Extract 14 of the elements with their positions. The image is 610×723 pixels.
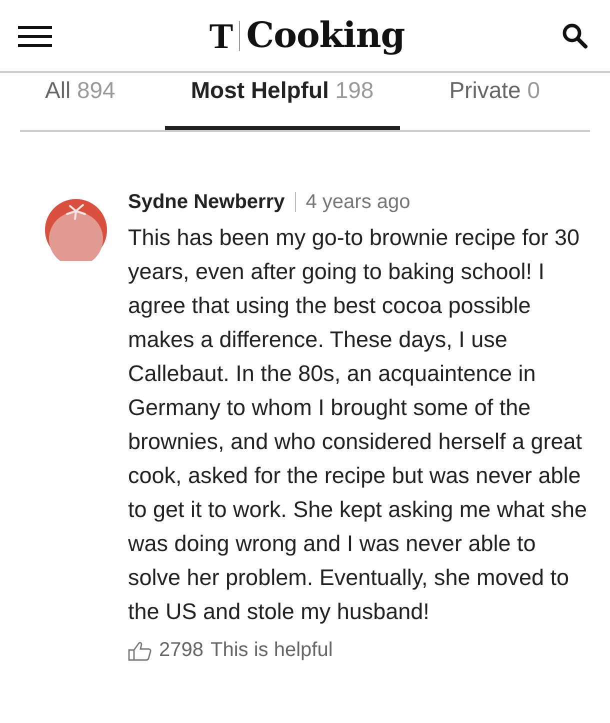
- thumbs-up-icon[interactable]: [128, 640, 152, 660]
- avatar-icon: [45, 199, 107, 261]
- helpful-link[interactable]: This is helpful: [210, 639, 333, 662]
- logo-mark: T: [209, 14, 234, 56]
- comment-time: 4 years ago: [306, 190, 410, 214]
- helpful-count: 2798: [159, 639, 204, 662]
- tab[interactable]: Most Helpful 198: [164, 73, 400, 130]
- tab[interactable]: Private 0: [449, 73, 590, 130]
- logo-title: Cooking: [246, 15, 405, 56]
- tab[interactable]: All 894: [20, 73, 116, 130]
- comment-text: This has been my go-to brownie recipe for 30 years, even after going to baking school! I agree that using the best cocoa possible makes a difference. These days, I use Callebaut. In the 80s, an acquaintence in Germany to whom I brought some of the brownies, and who considered herself a great cook, asked for the recipe but was never able to get it to work. She kept asking me what she was doing wrong and I was never able to solve her problem. Eventually, she moved to the US and stole my husband!: [128, 224, 588, 626]
- menu-icon[interactable]: [18, 26, 52, 48]
- author-name[interactable]: Sydne Newberry: [128, 190, 285, 214]
- search-icon[interactable]: [562, 22, 588, 48]
